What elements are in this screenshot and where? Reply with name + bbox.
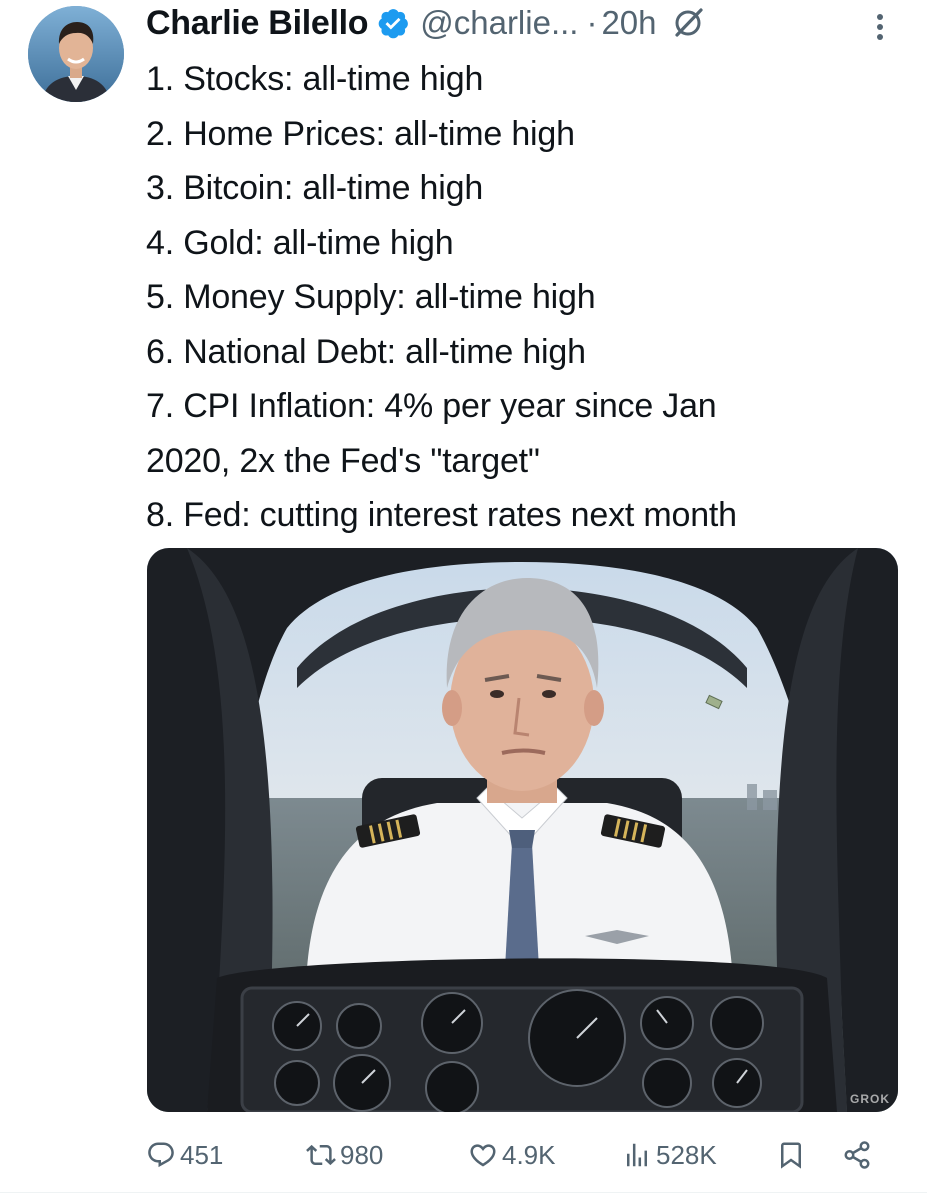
share-button[interactable] xyxy=(842,1132,876,1178)
tweet-line: 2020, 2x the Fed's "target" xyxy=(146,441,540,480)
tweet-text: 1. Stocks: all-time high 2. Home Prices:… xyxy=(146,52,906,543)
tweet-line: 5. Money Supply: all-time high xyxy=(146,278,596,316)
author-name[interactable]: Charlie Bilello xyxy=(146,4,369,43)
repost-count: 980 xyxy=(340,1139,384,1170)
reply-button[interactable]: 451 xyxy=(146,1132,223,1178)
share-icon xyxy=(844,1141,870,1169)
timestamp[interactable]: 20h xyxy=(601,4,656,42)
repost-icon xyxy=(306,1144,336,1166)
reply-icon xyxy=(148,1142,174,1168)
more-icon[interactable] xyxy=(870,10,890,44)
avatar[interactable] xyxy=(28,6,124,102)
tweet-header: Charlie Bilello @charlie... · 20h xyxy=(146,0,916,46)
grok-watermark: GROK xyxy=(850,1092,890,1106)
tweet-image[interactable]: GROK xyxy=(147,548,898,1112)
author-handle[interactable]: @charlie... xyxy=(420,4,578,42)
views-button[interactable]: 528K xyxy=(622,1132,717,1178)
separator-dot: · xyxy=(586,4,598,41)
tweet-line: 8. Fed: cutting interest rates next mont… xyxy=(146,496,737,534)
repost-button[interactable]: 980 xyxy=(306,1132,383,1178)
like-button[interactable]: 4.9K xyxy=(468,1132,556,1178)
bookmark-icon xyxy=(781,1142,801,1169)
views-icon xyxy=(627,1143,647,1167)
grok-icon[interactable] xyxy=(671,6,705,40)
verified-badge-icon xyxy=(376,6,410,40)
tweet-line: 1. Stocks: all-time high xyxy=(146,60,484,98)
views-count: 528K xyxy=(656,1139,717,1170)
divider xyxy=(0,1192,927,1193)
action-bar: 451 980 4.9K 528K xyxy=(146,1132,896,1178)
tweet-line: 2. Home Prices: all-time high xyxy=(146,114,575,153)
tweet-line: 7. CPI Inflation: 4% per year since Jan xyxy=(146,387,717,425)
heart-icon xyxy=(470,1144,496,1167)
tweet-line: 3. Bitcoin: all-time high xyxy=(146,169,484,207)
reply-count: 451 xyxy=(180,1139,224,1170)
bookmark-button[interactable] xyxy=(776,1132,810,1178)
tweet-line: 4. Gold: all-time high xyxy=(146,223,454,262)
like-count: 4.9K xyxy=(502,1139,556,1170)
tweet-line: 6. National Debt: all-time high xyxy=(146,332,586,371)
